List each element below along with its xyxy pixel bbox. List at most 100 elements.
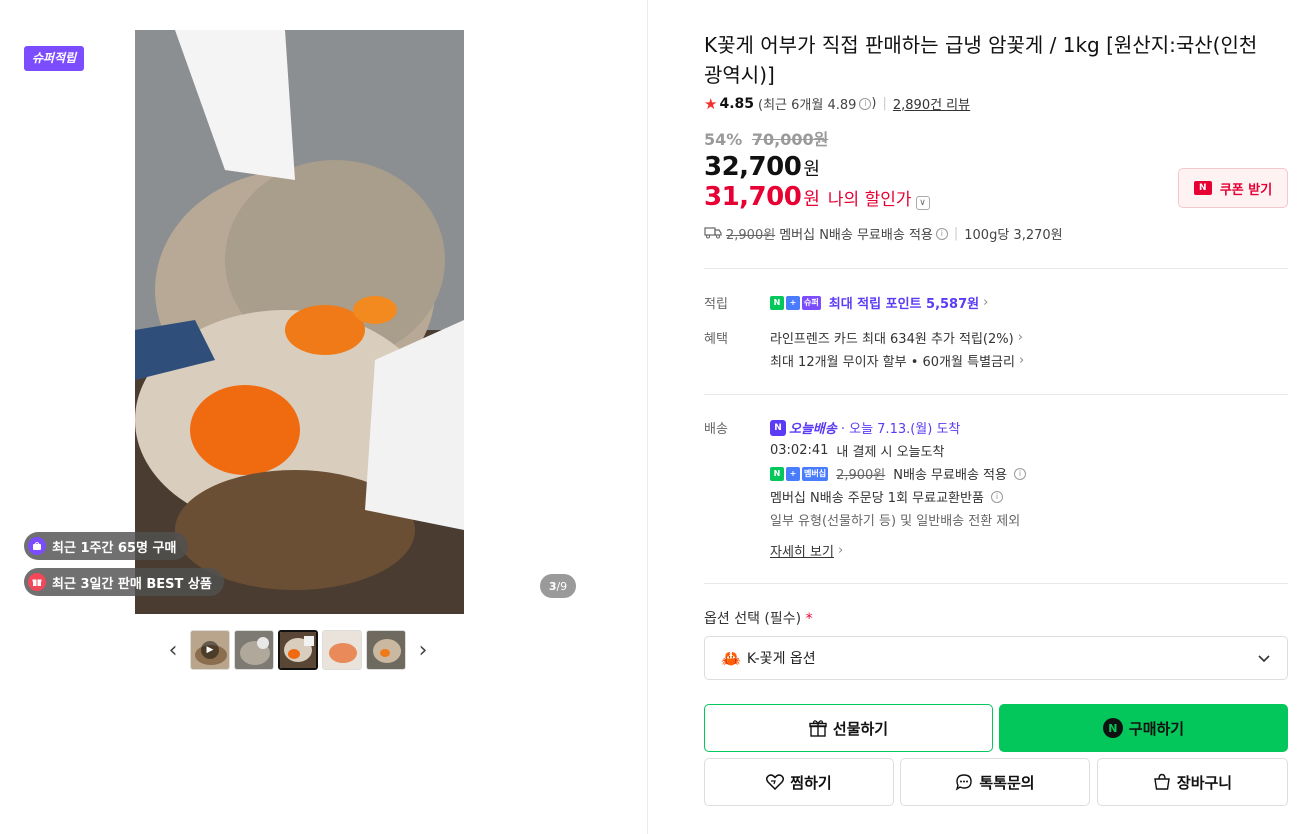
shipping-summary: 2,900원 멤버십 N배송 무료배송 적용 i | 100g당 3,270원 — [704, 224, 1063, 243]
original-price: 70,000원 — [751, 130, 829, 149]
thumbnail-4[interactable] — [322, 630, 362, 670]
rating-score: 4.85 — [719, 95, 754, 112]
today-delivery-label: 오늘배송 — [789, 422, 837, 437]
best-seller-text: 최근 3일간 판매 BEST 상품 — [52, 576, 212, 592]
points-label: 적립 — [704, 297, 728, 312]
naver-n-badge: N — [770, 466, 784, 481]
heart-icon — [766, 774, 785, 790]
play-icon: ▶ — [201, 641, 219, 659]
plus-badge: + — [786, 466, 800, 481]
today-delivery-badge: N 오늘배송 — [770, 418, 837, 437]
main-product-image[interactable] — [135, 30, 464, 614]
chevron-left-icon[interactable]: ‹ — [160, 630, 186, 670]
thumbnail-strip: ‹ ▶ › — [160, 628, 436, 672]
countdown-row: 03:02:41 내 결제 시 오늘도착 — [770, 441, 944, 460]
thumbnail-2[interactable] — [234, 630, 274, 670]
benefit-item-card[interactable]: 라인프렌즈 카드 최대 634원 추가 적립(2%) › — [770, 328, 1023, 347]
npay-badges: N + 멤버십 — [770, 466, 829, 481]
discount-info: 54% 70,000원 — [704, 126, 828, 150]
detail-link-text: 자세히 보기 — [770, 545, 834, 560]
option-select[interactable]: 🦀 K-꽃게 옵션 — [704, 636, 1288, 680]
thumbnail-3[interactable] — [278, 630, 318, 670]
super-points-badge: 슈퍼적립 — [24, 46, 85, 71]
my-price-value: 31,700 — [704, 182, 802, 212]
recent-rating-close: ) — [871, 96, 877, 111]
today-delivery-row: N 오늘배송 · 오늘 7.13.(월) 도착 — [770, 418, 960, 437]
delivery-fee-strike: 2,900원 — [836, 468, 886, 483]
talk-inquiry-button[interactable]: 톡톡문의 — [900, 758, 1090, 806]
get-coupon-button[interactable]: N 쿠폰 받기 — [1178, 168, 1288, 208]
selected-option: K-꽃게 옵션 — [746, 651, 816, 667]
chevron-right-icon[interactable]: › — [410, 630, 436, 670]
npay-badges: N + 슈퍼 — [770, 295, 821, 310]
cart-label: 장바구니 — [1176, 773, 1233, 792]
delivery-detail-link[interactable]: 자세히 보기 › — [770, 541, 843, 560]
chat-bubble-icon — [956, 774, 973, 791]
crab-photo — [135, 30, 464, 614]
thumbnail-video[interactable]: ▶ — [190, 630, 230, 670]
sale-price-value: 32,700 — [704, 152, 802, 182]
shipping-fee-strike: 2,900원 — [726, 228, 776, 243]
counter-total: /9 — [556, 579, 568, 593]
points-row[interactable]: N + 슈퍼 최대 적립 포인트 5,587원 › — [770, 293, 988, 312]
counter-current: 3 — [548, 579, 557, 593]
option-label-text: 옵션 선택 (필수) — [704, 611, 802, 627]
delivery-exception-text: 일부 유형(선물하기 등) 및 일반배송 전환 제외 — [770, 514, 1021, 529]
shopping-bag-icon — [28, 537, 46, 555]
best-seller-badge: 최근 3일간 판매 BEST 상품 — [24, 568, 224, 596]
talk-label: 톡톡문의 — [979, 773, 1035, 792]
arrival-date: · 오늘 7.13.(월) 도착 — [840, 422, 961, 437]
divider-bar: | — [882, 96, 887, 111]
cart-button[interactable]: 장바구니 — [1097, 758, 1288, 806]
chevron-right-icon: › — [837, 543, 844, 558]
max-points-text: 최대 적립 포인트 5,587원 — [828, 297, 980, 312]
weekly-buyers-badge: 최근 1주간 65명 구매 — [24, 532, 189, 560]
discount-rate: 54% — [704, 130, 743, 149]
chevron-down-icon[interactable]: ∨ — [915, 196, 930, 210]
benefit-card-text: 라인프렌즈 카드 최대 634원 추가 적립(2%) — [770, 332, 1014, 347]
plus-badge: + — [786, 295, 800, 310]
delivery-label: 배송 — [704, 422, 728, 437]
wishlist-button[interactable]: 찜하기 — [704, 758, 894, 806]
free-exchange-text: 멤버십 N배송 주문당 1회 무료교환반품 — [770, 491, 984, 506]
star-icon: ★ — [704, 94, 718, 113]
gift-icon — [809, 720, 827, 737]
exception-row: 일부 유형(선물하기 등) 및 일반배송 전환 제외 — [770, 510, 1020, 529]
section-divider — [704, 583, 1288, 584]
gift-icon — [28, 573, 46, 591]
buy-button[interactable]: N 구매하기 — [999, 704, 1288, 752]
rating-summary: ★ 4.85 (최근 6개월 4.89 i ) | 2,890건 리뷰 — [704, 94, 970, 114]
product-title: K꽃게 어부가 직접 판매하는 급냉 암꽃게 / 1kg [원산지:국산(인천광… — [704, 33, 1258, 87]
my-price-label: 나의 할인가 — [827, 190, 912, 210]
info-icon[interactable]: i — [990, 490, 1003, 503]
truck-icon — [704, 225, 722, 243]
product-gallery: 슈퍼적립 최근 1주간 65명 구매 최근 3일간 판매 BEST 상품 3 /… — [0, 0, 648, 834]
section-divider — [704, 268, 1288, 269]
unit-price: 100g당 3,270원 — [964, 228, 1063, 243]
exchange-row: 멤버십 N배송 주문당 1회 무료교환반품 i — [770, 487, 1003, 506]
review-count-link[interactable]: 2,890건 리뷰 — [893, 94, 970, 113]
info-icon[interactable]: i — [1013, 467, 1026, 480]
benefit-item-installment[interactable]: 최대 12개월 무이자 할부 • 60개월 특별금리 › — [770, 351, 1024, 370]
shipping-free-text: 멤버십 N배송 무료배송 적용 — [779, 228, 933, 243]
naver-n-badge: N — [770, 295, 784, 310]
required-mark: * — [805, 611, 813, 627]
my-price-unit: 원 — [803, 189, 820, 210]
thumbnail-5[interactable] — [366, 630, 406, 670]
chevron-right-icon: › — [1017, 330, 1023, 345]
my-discount-price[interactable]: 31,700 원 나의 할인가 ∨ — [704, 182, 930, 212]
delivery-fee-row: N + 멤버십 2,900원 N배송 무료배송 적용 i — [770, 464, 1026, 483]
chevron-right-icon: › — [983, 295, 989, 310]
info-icon[interactable]: i — [859, 97, 872, 110]
wish-label: 찜하기 — [790, 773, 832, 792]
gift-label: 선물하기 — [832, 719, 889, 738]
chevron-down-icon — [1258, 655, 1270, 663]
chevron-right-icon: › — [1018, 353, 1025, 368]
section-divider — [704, 394, 1288, 395]
gift-button[interactable]: 선물하기 — [704, 704, 993, 752]
countdown-timer: 03:02:41 — [770, 443, 829, 458]
shopping-bag-icon — [1154, 773, 1170, 790]
sale-price-unit: 원 — [803, 159, 820, 180]
naver-n-icon: N — [770, 419, 786, 436]
info-icon[interactable]: i — [935, 227, 948, 240]
